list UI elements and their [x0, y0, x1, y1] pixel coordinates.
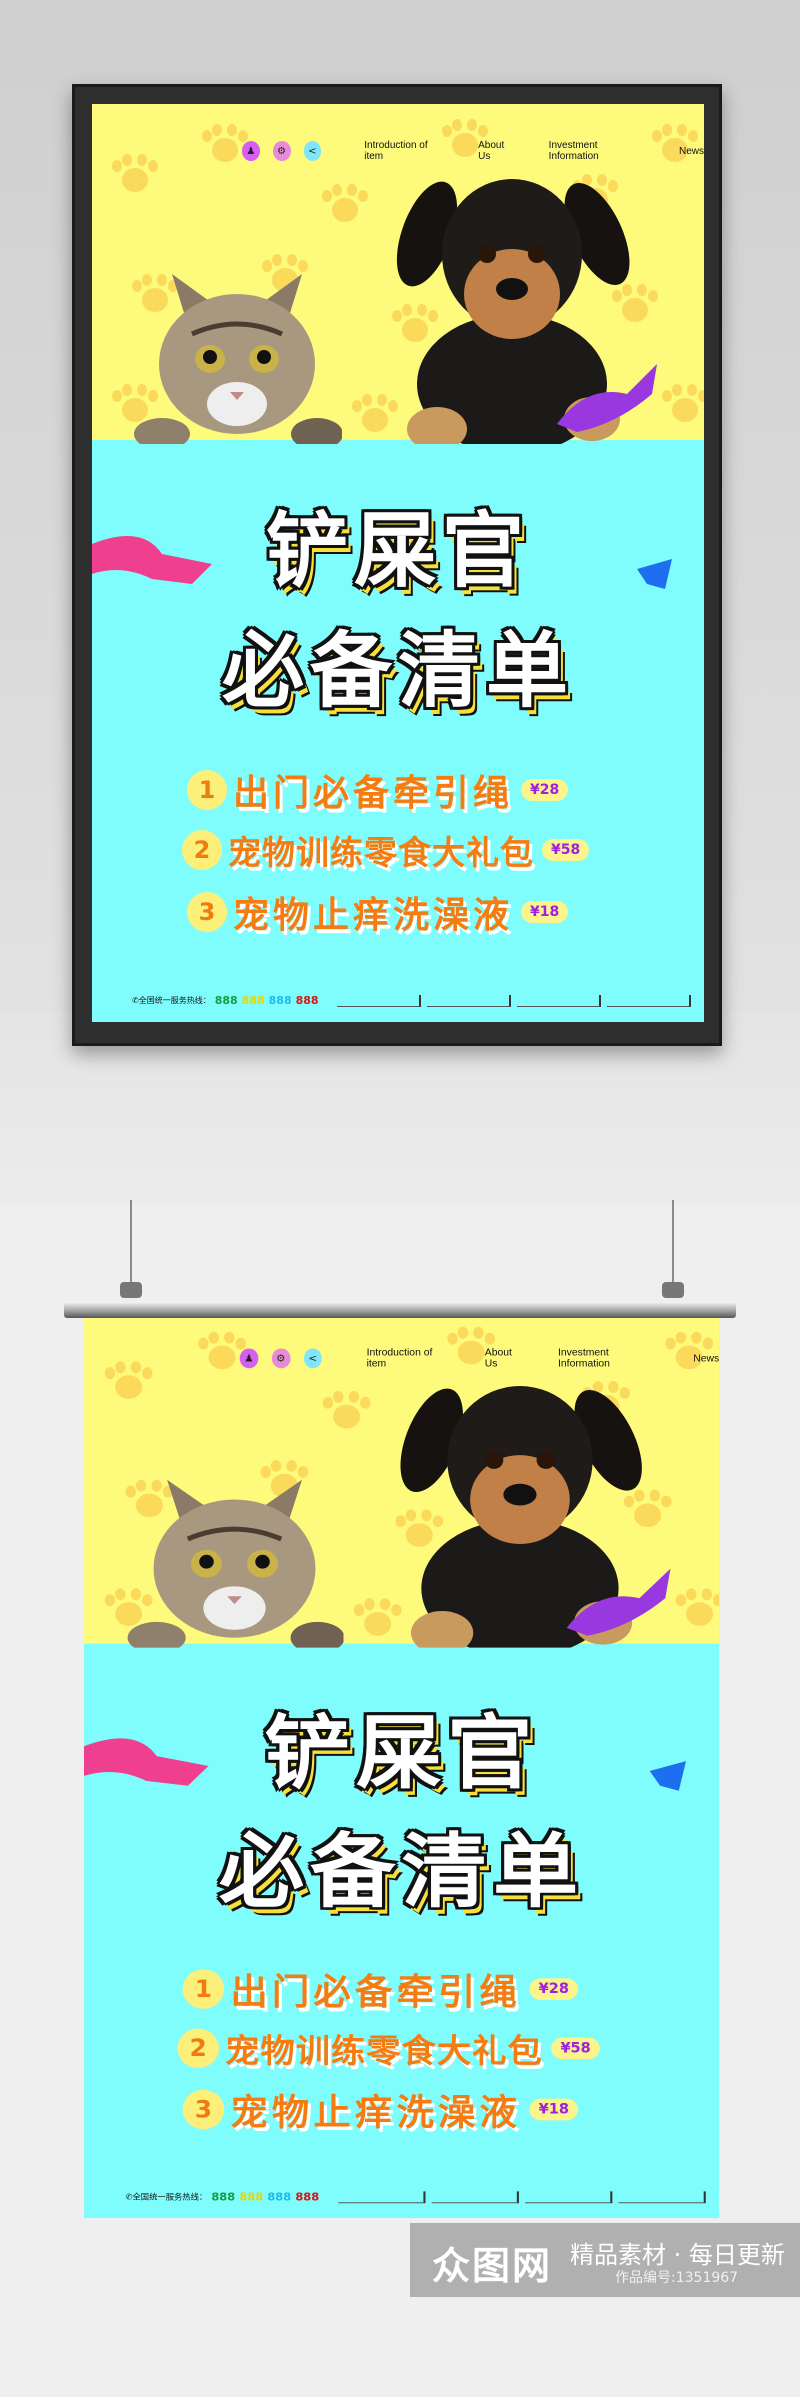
footer-column: [524, 2190, 612, 2203]
list-item: 1 出门必备牵引绳 ¥28: [187, 764, 569, 816]
gear-icon[interactable]: ⚙: [271, 1348, 291, 1369]
title-line-2: 必备清单: [218, 1825, 585, 1920]
hotline-number: 888: [211, 2190, 236, 2204]
hotline-label: 全国统一服务热线：: [132, 2192, 208, 2202]
list-item: 1 出门必备牵引绳 ¥28: [182, 1963, 579, 2014]
item-number: 2: [182, 830, 222, 870]
poster: ♟ ⚙ < Introduction of item About Us Inve…: [84, 1312, 720, 2219]
watermark-logo: 众图网: [432, 2244, 553, 2288]
watermark-slogan: 精品素材 · 每日更新: [570, 2241, 785, 2269]
item-text: 宠物止痒洗澡液: [233, 895, 514, 936]
paw-print: [662, 384, 704, 424]
hanging-wire: [672, 1200, 674, 1295]
item-text: 宠物止痒洗澡液: [230, 2092, 522, 2134]
price-badge: ¥28: [521, 779, 569, 801]
item-text: 宠物训练零食大礼包: [228, 833, 534, 872]
title-line-1: 铲屎官: [264, 1706, 539, 1801]
purple-ribbon: [566, 1568, 671, 1636]
paw-print: [104, 1361, 153, 1400]
hotline-label: 全国统一服务热线：: [138, 996, 211, 1005]
footer-column: [426, 994, 511, 1007]
hotline-number: 888: [239, 2190, 264, 2204]
hanging-rod: [64, 1302, 736, 1318]
watermark: 众图网 精品素材 · 每日更新 作品编号:1351967: [410, 2223, 800, 2297]
hotline-number: 888: [295, 994, 319, 1007]
footer: ✆ 全国统一服务热线： 888 888 888 888: [132, 994, 691, 1007]
price-badge: ¥18: [529, 2098, 579, 2121]
hanger-clip: [120, 1282, 142, 1298]
phone-icon: ✆: [132, 996, 139, 1005]
hotline-number: 888: [241, 994, 265, 1007]
poster: ♟ ⚙ < Introduction of item About Us Inve…: [92, 104, 704, 1022]
item-number: 3: [182, 2089, 225, 2130]
item-text: 出门必备牵引绳: [233, 773, 514, 814]
footer: ✆ 全国统一服务热线： 888 888 888 888: [126, 2190, 706, 2203]
nav-link-news[interactable]: News: [679, 146, 704, 157]
item-number: 1: [182, 1969, 225, 2009]
cat-image: [127, 1479, 344, 1648]
list-item: 3 宠物止痒洗澡液 ¥18: [187, 886, 569, 938]
user-icon[interactable]: ♟: [242, 141, 260, 161]
footer-column: [336, 994, 421, 1007]
cat-image: [134, 274, 342, 444]
hanging-wire: [130, 1200, 132, 1295]
share-icon[interactable]: <: [303, 1348, 322, 1369]
purple-ribbon: [557, 364, 657, 432]
footer-column: [606, 994, 691, 1007]
list-item: 3 宠物止痒洗澡液 ¥18: [182, 2084, 579, 2135]
paw-print: [675, 1588, 720, 1627]
footer-column: [431, 2190, 519, 2203]
item-number: 3: [187, 892, 227, 932]
list-item: 2 宠物训练零食大礼包 ¥58: [177, 2025, 601, 2072]
footer-column: [337, 2190, 426, 2203]
watermark-code: 作品编号:1351967: [615, 2270, 739, 2286]
footer-column: [618, 2190, 706, 2203]
paw-print: [322, 184, 368, 224]
hotline-number: 888: [214, 994, 238, 1007]
phone-icon: ✆: [125, 2192, 133, 2202]
price-badge: ¥58: [551, 2037, 601, 2060]
hanger-clip: [662, 1282, 684, 1298]
price-badge: ¥58: [542, 839, 590, 861]
list-item: 2 宠物训练零食大礼包 ¥58: [182, 826, 590, 874]
hotline-number: 888: [267, 2190, 292, 2204]
price-badge: ¥18: [521, 901, 569, 923]
paw-print: [322, 1390, 371, 1430]
item-text: 宠物训练零食大礼包: [225, 2031, 543, 2071]
gear-icon[interactable]: ⚙: [272, 141, 291, 161]
paw-print: [112, 154, 158, 194]
hotline-number: 888: [295, 2190, 320, 2204]
price-badge: ¥28: [529, 1978, 579, 2000]
hotline-number: 888: [268, 994, 292, 1007]
item-number: 2: [177, 2028, 219, 2069]
title-line-2: 必备清单: [221, 624, 574, 719]
title-line-1: 铲屎官: [265, 504, 530, 599]
item-text: 出门必备牵引绳: [230, 1972, 522, 2013]
nav-link-news[interactable]: News: [693, 1353, 719, 1364]
item-number: 1: [187, 770, 227, 810]
share-icon[interactable]: <: [303, 141, 322, 161]
user-icon[interactable]: ♟: [239, 1348, 259, 1369]
footer-column: [516, 994, 601, 1007]
